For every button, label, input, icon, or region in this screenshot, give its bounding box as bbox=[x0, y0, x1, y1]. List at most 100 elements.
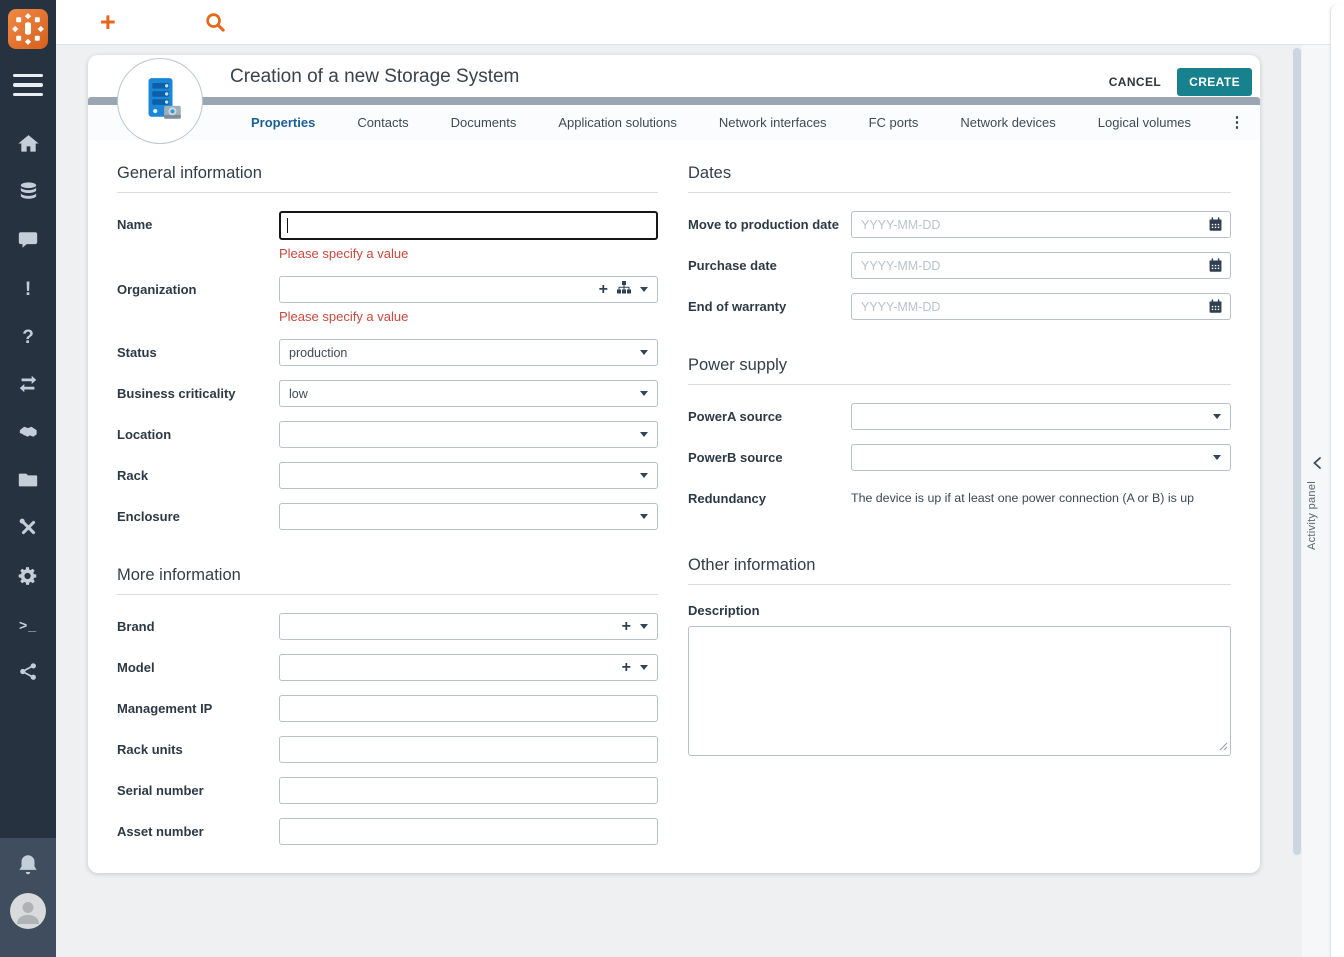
fieldset-other-information: Other information Description bbox=[688, 556, 1231, 761]
text-cursor bbox=[287, 218, 288, 233]
redundancy-value: The device is up if at least one power c… bbox=[851, 491, 1194, 505]
tab-bar: Properties Contacts Documents Applicatio… bbox=[88, 105, 1260, 140]
chevron-down-icon[interactable] bbox=[640, 287, 648, 292]
sidebar-item-terminal[interactable]: >_ bbox=[0, 613, 56, 637]
object-class-avatar bbox=[117, 58, 203, 144]
field-label: PowerB source bbox=[688, 450, 783, 465]
tab-contacts[interactable]: Contacts bbox=[336, 105, 429, 140]
tab-fc-ports[interactable]: FC ports bbox=[848, 105, 940, 140]
sidebar-item-home[interactable] bbox=[0, 133, 56, 157]
sidebar-item-services[interactable] bbox=[0, 421, 56, 445]
object-creation-card: Creation of a new Storage System CANCEL … bbox=[88, 55, 1260, 873]
field-label: Enclosure bbox=[117, 509, 180, 524]
calendar-icon[interactable] bbox=[1208, 258, 1223, 278]
field-enclosure: Enclosure bbox=[117, 503, 658, 530]
brand-select[interactable]: + bbox=[279, 613, 658, 640]
rack-units-input[interactable] bbox=[279, 736, 658, 763]
model-select[interactable]: + bbox=[279, 654, 658, 681]
section-title: Dates bbox=[688, 164, 1231, 193]
notifications-button[interactable] bbox=[0, 854, 56, 878]
global-search-button[interactable] bbox=[204, 11, 227, 37]
tab-network-interfaces[interactable]: Network interfaces bbox=[698, 105, 848, 140]
sidebar-item-transfers[interactable] bbox=[0, 373, 56, 397]
status-select[interactable]: production bbox=[279, 339, 658, 366]
tab-documents[interactable]: Documents bbox=[430, 105, 538, 140]
sidebar-item-settings[interactable] bbox=[0, 565, 56, 589]
exclamation-icon: ! bbox=[24, 278, 32, 300]
tab-properties[interactable]: Properties bbox=[230, 105, 336, 140]
powera-source-select[interactable] bbox=[851, 403, 1231, 430]
tools-icon bbox=[17, 516, 40, 542]
sidebar-item-chat[interactable] bbox=[0, 229, 56, 253]
quick-create-button[interactable]: + bbox=[100, 4, 116, 40]
add-model-icon[interactable]: + bbox=[622, 659, 631, 676]
sidebar-item-help[interactable]: ? bbox=[0, 325, 56, 349]
field-name: Name Please specify a value bbox=[117, 211, 658, 262]
hierarchy-icon[interactable] bbox=[617, 280, 631, 299]
menu-toggle-button[interactable] bbox=[13, 74, 43, 96]
add-organization-icon[interactable]: + bbox=[599, 281, 608, 298]
sidebar-item-data[interactable] bbox=[0, 181, 56, 205]
enclosure-select[interactable] bbox=[279, 503, 658, 530]
powerb-source-select[interactable] bbox=[851, 444, 1231, 471]
sidebar: ! ? >_ bbox=[0, 0, 56, 957]
description-textarea[interactable] bbox=[688, 626, 1231, 756]
sidebar-item-tools[interactable] bbox=[0, 517, 56, 541]
field-label: Model bbox=[117, 660, 155, 675]
user-menu-button[interactable] bbox=[0, 892, 56, 930]
serial-number-input[interactable] bbox=[279, 777, 658, 804]
top-toolbar: + bbox=[56, 0, 1344, 45]
storage-system-icon bbox=[135, 74, 185, 129]
chevron-down-icon[interactable] bbox=[640, 514, 648, 519]
management-ip-input[interactable] bbox=[279, 695, 658, 722]
field-label: Rack bbox=[117, 468, 149, 483]
chevron-down-icon[interactable] bbox=[1213, 455, 1221, 460]
field-powera-source: PowerA source bbox=[688, 403, 1231, 430]
app-logo-icon[interactable] bbox=[8, 9, 48, 49]
field-rack: Rack bbox=[117, 462, 658, 489]
chevron-down-icon[interactable] bbox=[640, 473, 648, 478]
field-label: Name bbox=[117, 217, 153, 232]
validation-error: Please specify a value bbox=[279, 246, 409, 261]
location-select[interactable] bbox=[279, 421, 658, 448]
sidebar-item-alerts[interactable]: ! bbox=[0, 277, 56, 301]
field-redundancy: Redundancy The device is up if at least … bbox=[688, 485, 1231, 512]
create-button[interactable]: CREATE bbox=[1177, 68, 1252, 96]
business-criticality-select[interactable]: low bbox=[279, 380, 658, 407]
name-input[interactable] bbox=[279, 211, 658, 240]
calendar-icon[interactable] bbox=[1208, 217, 1223, 237]
organization-select[interactable]: + bbox=[279, 276, 658, 303]
sidebar-item-documents[interactable] bbox=[0, 469, 56, 493]
asset-number-input[interactable] bbox=[279, 818, 658, 845]
tab-overflow-button[interactable]: ⋮ bbox=[1226, 105, 1248, 140]
sidebar-item-share[interactable] bbox=[0, 661, 56, 685]
cancel-button[interactable]: CANCEL bbox=[1109, 75, 1161, 89]
rack-select[interactable] bbox=[279, 462, 658, 489]
end-of-warranty-input[interactable] bbox=[851, 293, 1231, 320]
chevron-down-icon[interactable] bbox=[1213, 414, 1221, 419]
chevron-down-icon[interactable] bbox=[640, 665, 648, 670]
tab-network-devices[interactable]: Network devices bbox=[939, 105, 1076, 140]
chevron-left-icon bbox=[1311, 456, 1323, 473]
tab-logical-volumes[interactable]: Logical volumes bbox=[1077, 105, 1212, 140]
purchase-date-input[interactable] bbox=[851, 252, 1231, 279]
form-column-right: Dates Move to production date Purchase d… bbox=[688, 164, 1231, 873]
add-brand-icon[interactable]: + bbox=[622, 618, 631, 635]
tab-application-solutions[interactable]: Application solutions bbox=[537, 105, 698, 140]
vertical-scrollbar[interactable] bbox=[1293, 48, 1301, 855]
activity-panel-expand-button[interactable] bbox=[1308, 455, 1326, 473]
activity-panel-label[interactable]: Activity panel bbox=[1306, 481, 1318, 550]
chevron-down-icon[interactable] bbox=[640, 350, 648, 355]
terminal-icon: >_ bbox=[19, 617, 37, 633]
gear-icon bbox=[17, 565, 39, 590]
fieldset-more-information: More information Brand + Model + Managem… bbox=[117, 566, 658, 845]
chevron-down-icon[interactable] bbox=[640, 624, 648, 629]
section-title: More information bbox=[117, 566, 658, 595]
header-actions: CANCEL CREATE bbox=[1109, 68, 1252, 96]
move-to-production-date-input[interactable] bbox=[851, 211, 1231, 238]
chevron-down-icon[interactable] bbox=[640, 391, 648, 396]
chevron-down-icon[interactable] bbox=[640, 432, 648, 437]
calendar-icon[interactable] bbox=[1208, 299, 1223, 319]
section-title: Power supply bbox=[688, 356, 1231, 385]
field-management-ip: Management IP bbox=[117, 695, 658, 722]
